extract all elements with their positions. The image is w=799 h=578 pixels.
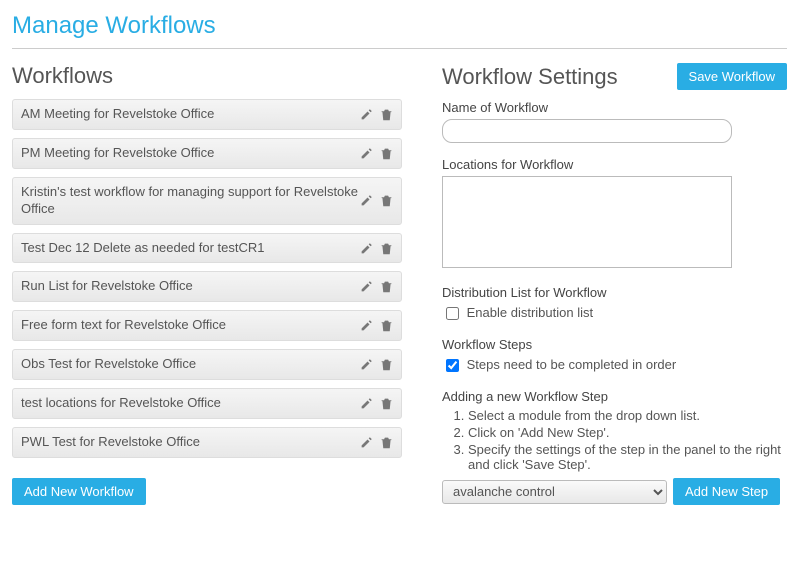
workflow-item[interactable]: Free form text for Revelstoke Office (12, 310, 402, 341)
trash-icon[interactable] (379, 358, 393, 372)
pencil-icon[interactable] (359, 319, 373, 333)
workflows-heading: Workflows (12, 63, 402, 89)
workflow-item-label: Obs Test for Revelstoke Office (21, 356, 196, 373)
steps-order-label[interactable]: Steps need to be completed in order (442, 357, 676, 372)
pencil-icon[interactable] (359, 397, 373, 411)
pencil-icon[interactable] (359, 435, 373, 449)
workflow-item-label: Kristin's test workflow for managing sup… (21, 184, 359, 218)
locations-label: Locations for Workflow (442, 157, 787, 172)
workflow-list: AM Meeting for Revelstoke Office PM Meeti… (12, 99, 402, 458)
workflow-item-label: Test Dec 12 Delete as needed for testCR1 (21, 240, 265, 257)
instruction-step: Select a module from the drop down list. (468, 408, 787, 423)
steps-order-checkbox[interactable] (446, 359, 459, 372)
workflow-item-actions (359, 397, 393, 411)
pencil-icon[interactable] (359, 146, 373, 160)
pencil-icon[interactable] (359, 241, 373, 255)
trash-icon[interactable] (379, 397, 393, 411)
steps-order-text: Steps need to be completed in order (467, 357, 677, 372)
workflow-item[interactable]: test locations for Revelstoke Office (12, 388, 402, 419)
save-workflow-button[interactable]: Save Workflow (677, 63, 787, 90)
workflow-item-actions (359, 146, 393, 160)
add-new-step-button[interactable]: Add New Step (673, 478, 780, 505)
trash-icon[interactable] (379, 194, 393, 208)
adding-new-step-label: Adding a new Workflow Step (442, 389, 787, 404)
workflow-item[interactable]: Kristin's test workflow for managing sup… (12, 177, 402, 225)
workflow-item-actions (359, 241, 393, 255)
divider (12, 48, 787, 49)
add-new-workflow-button[interactable]: Add New Workflow (12, 478, 146, 505)
workflow-item-label: PWL Test for Revelstoke Office (21, 434, 200, 451)
trash-icon[interactable] (379, 107, 393, 121)
pencil-icon[interactable] (359, 280, 373, 294)
name-of-workflow-label: Name of Workflow (442, 100, 787, 115)
trash-icon[interactable] (379, 435, 393, 449)
enable-distribution-list-text: Enable distribution list (467, 305, 593, 320)
page-title: Manage Workflows (12, 12, 787, 40)
distribution-list-label: Distribution List for Workflow (442, 285, 787, 300)
workflow-item-actions (359, 319, 393, 333)
trash-icon[interactable] (379, 146, 393, 160)
pencil-icon[interactable] (359, 358, 373, 372)
workflow-item[interactable]: Obs Test for Revelstoke Office (12, 349, 402, 380)
workflow-steps-label: Workflow Steps (442, 337, 787, 352)
trash-icon[interactable] (379, 319, 393, 333)
pencil-icon[interactable] (359, 194, 373, 208)
workflow-item-label: Free form text for Revelstoke Office (21, 317, 226, 334)
workflow-item-actions (359, 435, 393, 449)
workflow-item[interactable]: Run List for Revelstoke Office (12, 271, 402, 302)
workflow-item[interactable]: Test Dec 12 Delete as needed for testCR1 (12, 233, 402, 264)
locations-textarea[interactable] (442, 176, 732, 268)
workflow-item[interactable]: PWL Test for Revelstoke Office (12, 427, 402, 458)
instruction-step: Specify the settings of the step in the … (468, 442, 787, 472)
workflow-item-label: Run List for Revelstoke Office (21, 278, 193, 295)
trash-icon[interactable] (379, 241, 393, 255)
workflow-item-label: test locations for Revelstoke Office (21, 395, 221, 412)
workflow-item-actions (359, 194, 393, 208)
module-select[interactable]: avalanche control (442, 480, 667, 504)
instruction-step: Click on 'Add New Step'. (468, 425, 787, 440)
workflow-settings-heading: Workflow Settings (442, 64, 618, 90)
workflow-item-label: AM Meeting for Revelstoke Office (21, 106, 214, 123)
trash-icon[interactable] (379, 280, 393, 294)
add-step-instructions: Select a module from the drop down list.… (442, 408, 787, 472)
enable-distribution-list-label[interactable]: Enable distribution list (442, 305, 593, 320)
pencil-icon[interactable] (359, 107, 373, 121)
enable-distribution-list-checkbox[interactable] (446, 307, 459, 320)
workflow-item-actions (359, 358, 393, 372)
workflow-item-actions (359, 107, 393, 121)
workflow-item[interactable]: PM Meeting for Revelstoke Office (12, 138, 402, 169)
workflow-item[interactable]: AM Meeting for Revelstoke Office (12, 99, 402, 130)
workflow-item-actions (359, 280, 393, 294)
workflow-item-label: PM Meeting for Revelstoke Office (21, 145, 214, 162)
name-of-workflow-input[interactable] (442, 119, 732, 143)
